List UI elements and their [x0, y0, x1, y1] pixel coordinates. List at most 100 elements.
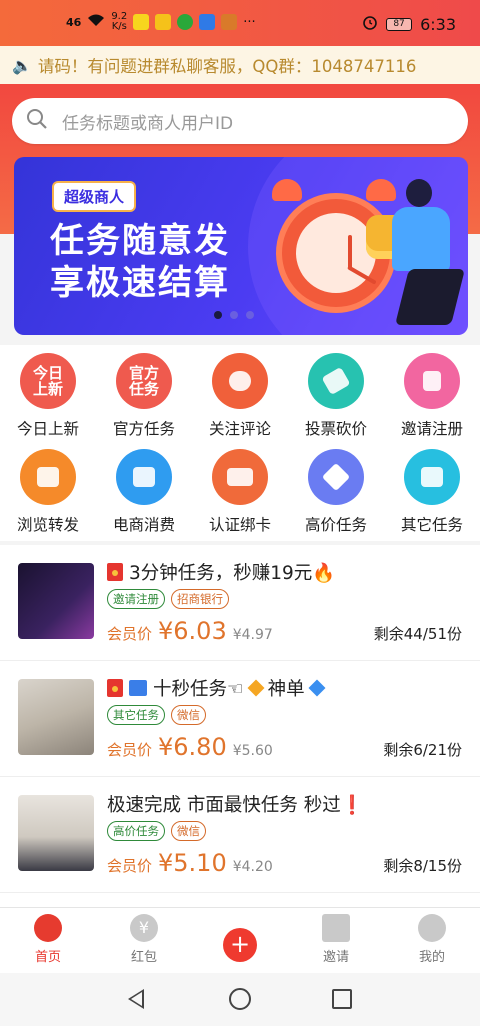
- tab-red-packet[interactable]: ¥ 红包: [96, 914, 192, 965]
- category-label: 电商消费: [112, 516, 175, 534]
- network-speed: 9.2 K/s: [111, 12, 127, 32]
- orange-diamond-icon: [247, 679, 265, 697]
- shop-icon: [116, 449, 172, 505]
- member-price-value: ¥6.03: [158, 617, 227, 645]
- member-price-value: ¥5.10: [158, 849, 227, 877]
- carousel-dot[interactable]: [214, 311, 222, 319]
- carousel-dot[interactable]: [246, 311, 254, 319]
- clock-face: [296, 213, 377, 293]
- category-label: 浏览转发: [16, 516, 79, 534]
- category-vote-bargain[interactable]: 投票砍价: [288, 353, 384, 439]
- task-platform-tag: 微信: [171, 705, 206, 725]
- category-follow-comment[interactable]: 关注评论: [192, 353, 288, 439]
- user-icon: [418, 914, 446, 942]
- task-thumbnail: [18, 795, 94, 871]
- status-right: 87 6:33: [362, 14, 456, 34]
- tab-mine[interactable]: 我的: [384, 914, 480, 965]
- banner-badge: 超级商人: [54, 183, 135, 210]
- task-remaining: 剩余6/21份: [383, 741, 462, 759]
- member-price-label: 会员价: [107, 857, 153, 875]
- category-label: 高价任务: [304, 516, 367, 534]
- carousel-dot[interactable]: [230, 311, 238, 319]
- category-label: 关注评论: [208, 420, 271, 438]
- tag-icon: [308, 353, 364, 409]
- tab-publish[interactable]: +: [192, 914, 288, 962]
- home-button-icon[interactable]: [229, 988, 251, 1010]
- alarm-bell-left: [272, 179, 302, 201]
- speaker-icon: 🔈: [12, 55, 32, 75]
- task-thumbnail: [18, 563, 94, 639]
- recent-apps-icon[interactable]: [332, 989, 352, 1009]
- yuan-icon: ¥: [130, 914, 158, 942]
- category-label: 邀请注册: [400, 420, 463, 438]
- task-title-text: 极速完成 市面最快任务 秒过❗: [107, 795, 364, 816]
- tab-label: 邀请: [322, 950, 349, 965]
- clock-time: 6:33: [420, 14, 456, 34]
- category-official-task[interactable]: 官方 任务 官方任务: [96, 353, 192, 439]
- task-title: 极速完成 市面最快任务 秒过❗: [107, 791, 364, 817]
- category-other-task[interactable]: 其它任务: [384, 449, 480, 535]
- member-price-value: ¥6.80: [158, 733, 227, 761]
- category-verify-card[interactable]: 认证绑卡: [192, 449, 288, 535]
- alarm-icon: [362, 14, 378, 34]
- task-tags: 高价任务 微信: [107, 821, 206, 841]
- clock-hand: [348, 235, 352, 269]
- tab-invite[interactable]: 邀请: [288, 914, 384, 965]
- task-item[interactable]: 极速完成 市面最快任务 秒过❗ 高价任务 微信 会员价 ¥5.10 ¥4.20 …: [0, 777, 480, 893]
- task-platform-tag: 微信: [171, 821, 206, 841]
- search-icon: [26, 108, 48, 134]
- gift-icon: [322, 914, 350, 942]
- app-notification-icon: [221, 14, 238, 30]
- category-label: 今日上新: [16, 420, 79, 438]
- tab-label: 红包: [130, 950, 157, 965]
- person-illustration-head: [406, 179, 432, 207]
- task-remaining: 剩余8/15份: [383, 857, 462, 875]
- category-today-new[interactable]: 今日 上新 今日上新: [0, 353, 96, 439]
- base-price-value: ¥4.20: [232, 859, 273, 875]
- speed-unit: K/s: [111, 21, 127, 32]
- tab-home[interactable]: 首页: [0, 914, 96, 965]
- search-input[interactable]: 任务标题或商人用户ID: [12, 98, 468, 144]
- red-packet-icon: [107, 679, 123, 697]
- diamond-icon: [308, 449, 364, 505]
- card-icon: [212, 449, 268, 505]
- task-title-text: 3分钟任务，秒赚19元🔥: [129, 563, 336, 584]
- app-notification-icon: [199, 14, 216, 30]
- more-notifications-icon: ···: [243, 14, 256, 30]
- soon-arrow-icon: [129, 680, 147, 696]
- category-invite-register[interactable]: 邀请注册: [384, 353, 480, 439]
- battery-icon: 87: [386, 17, 413, 31]
- back-icon[interactable]: [128, 989, 144, 1009]
- download-icon: [404, 353, 460, 409]
- task-price: 会员价 ¥5.10 ¥4.20: [107, 849, 273, 877]
- task-list: 3分钟任务，秒赚19元🔥 邀请注册 招商银行 会员价 ¥6.03 ¥4.97 剩…: [0, 545, 480, 907]
- category-browse-share[interactable]: 浏览转发: [0, 449, 96, 535]
- app-notification-icon: [155, 14, 172, 30]
- home-icon: [34, 914, 62, 942]
- task-title: 十秒任务☜ 神单: [107, 675, 326, 701]
- clock-hand: [347, 265, 377, 285]
- task-title: 3分钟任务，秒赚19元🔥: [107, 559, 335, 585]
- category-label: 官方任务: [112, 420, 175, 438]
- category-high-price[interactable]: 高价任务: [288, 449, 384, 535]
- member-price-label: 会员价: [107, 741, 153, 759]
- category-ecommerce[interactable]: 电商消费: [96, 449, 192, 535]
- wifi-icon: [87, 13, 105, 31]
- tab-label: 我的: [418, 950, 445, 965]
- wechat-icon: [177, 14, 194, 30]
- task-title-text: 十秒任务☜: [153, 679, 244, 700]
- category-label: 认证绑卡: [208, 516, 271, 534]
- search-placeholder: 任务标题或商人用户ID: [62, 113, 234, 134]
- base-price-value: ¥5.60: [232, 743, 273, 759]
- carousel-dots[interactable]: [214, 311, 254, 319]
- notice-bar[interactable]: 🔈 请码！有问题进群私聊客服，QQ群：1048747116: [0, 46, 480, 84]
- bottom-tab-bar: 首页 ¥ 红包 + 邀请 我的: [0, 907, 480, 973]
- member-price-label: 会员价: [107, 625, 153, 643]
- check-icon: [404, 449, 460, 505]
- task-item[interactable]: 3分钟任务，秒赚19元🔥 邀请注册 招商银行 会员价 ¥6.03 ¥4.97 剩…: [0, 545, 480, 661]
- task-remaining: 剩余44/51份: [373, 625, 462, 643]
- task-item[interactable]: 十秒任务☜ 神单 其它任务 微信 会员价 ¥6.80 ¥5.60 剩余6/21份: [0, 661, 480, 777]
- task-tags: 其它任务 微信: [107, 705, 206, 725]
- plus-icon: +: [223, 928, 257, 962]
- promo-banner[interactable]: 超级商人 任务随意发 享极速结算: [14, 157, 468, 335]
